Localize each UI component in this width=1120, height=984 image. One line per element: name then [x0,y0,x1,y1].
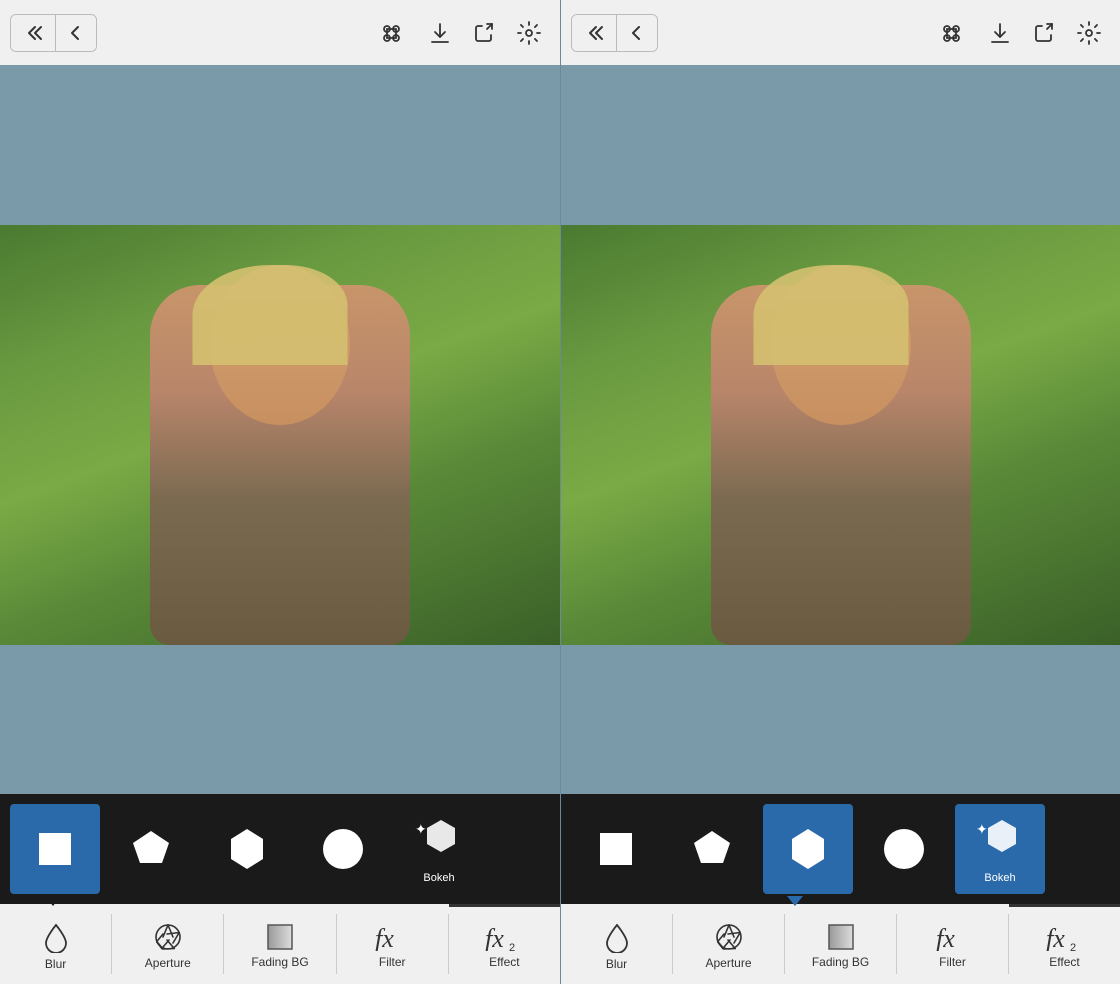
circle-icon-right [878,823,930,875]
blur-icon-right [603,921,631,953]
tab-blur-right[interactable]: Blur [561,904,672,984]
circle-icon-left [317,823,369,875]
image-area-right [561,115,1120,754]
bottom-padding-right [561,754,1120,794]
hexagon-icon-left [221,823,273,875]
tab-aperture-left[interactable]: Aperture [112,904,223,984]
tab-effect-left[interactable]: fx 2 Effect [449,904,560,984]
filter-icon-left: fx [375,923,409,951]
back-single-left[interactable] [55,15,96,51]
svg-text:2: 2 [1070,942,1076,951]
panel-left: ✦ Bokeh Blur [0,0,560,984]
svg-text:fx: fx [375,924,394,951]
aperture-label-left: Aperture [145,956,191,970]
top-padding-right [561,65,1120,115]
hexagon-icon-right [782,823,834,875]
svg-text:✦: ✦ [976,821,988,837]
blur-label-left: Blur [45,957,66,971]
person-area-right [671,265,1011,645]
image-area-left [0,115,560,754]
fading-bg-label-right: Fading BG [812,955,869,969]
fading-bg-label-left: Fading BG [251,955,308,969]
toolbar-left [0,0,560,65]
download-icon-left[interactable] [420,13,460,53]
aperture-label-right: Aperture [705,956,751,970]
shape-bokeh-right[interactable]: ✦ Bokeh [955,804,1045,894]
svg-text:✦: ✦ [415,821,427,837]
tab-filter-left[interactable]: fx Filter [337,904,448,984]
effect-icon-left: fx 2 [485,923,523,951]
fading-bg-icon-left [266,923,294,951]
back-single-right[interactable] [616,15,657,51]
aperture-icon-right [714,922,744,952]
back-double-right[interactable] [572,15,616,51]
blur-label-right: Blur [606,957,627,971]
shape-selector-left: ✦ Bokeh [0,794,560,904]
shape-circle-right[interactable] [859,804,949,894]
shape-square-right[interactable] [571,804,661,894]
shape-pentagon-left[interactable] [106,804,196,894]
toolbar-right [561,0,1120,65]
photo-container-left [0,225,560,645]
shape-pentagon-right[interactable] [667,804,757,894]
download-icon-right[interactable] [980,13,1020,53]
bokeh-icon-left: ✦ [413,814,465,866]
photo-container-right [561,225,1120,645]
tab-bar-right: Blur Aperture [561,904,1120,984]
filter-icon-right: fx [936,923,970,951]
filter-label-left: Filter [379,955,406,969]
svg-text:fx: fx [1046,924,1065,951]
video-icon-right[interactable] [930,13,976,53]
panel-right: ✦ Bokeh Blur [560,0,1120,984]
shape-hexagon-right[interactable] [763,804,853,894]
tab-blur-left[interactable]: Blur [0,904,111,984]
tab-filter-right[interactable]: fx Filter [897,904,1008,984]
share-icon-left[interactable] [464,13,504,53]
effect-icon-right: fx 2 [1046,923,1084,951]
square-icon-left [29,823,81,875]
tab-bar-left: Blur Aperture [0,904,560,984]
bottom-padding-left [0,754,560,794]
tab-fading-bg-left[interactable]: Fading BG [224,904,335,984]
aperture-icon-left [153,922,183,952]
square-icon-right [590,823,642,875]
share-icon-right[interactable] [1024,13,1064,53]
blur-icon-left [42,921,70,953]
fading-bg-icon-right [827,923,855,951]
nav-group-left [10,14,97,52]
pentagon-icon-right [686,823,738,875]
filter-label-right: Filter [939,955,966,969]
tab-effect-right[interactable]: fx 2 Effect [1009,904,1120,984]
effect-label-right: Effect [1049,955,1079,969]
bokeh-label-left: Bokeh [423,872,454,884]
video-icon-left[interactable] [370,13,416,53]
bokeh-label-right: Bokeh [984,872,1015,884]
tab-fading-bg-right[interactable]: Fading BG [785,904,896,984]
top-padding-left [0,65,560,115]
shape-arrow-left [45,896,61,906]
svg-text:fx: fx [485,924,504,951]
shape-bokeh-left[interactable]: ✦ Bokeh [394,804,484,894]
tab-aperture-right[interactable]: Aperture [673,904,784,984]
bokeh-icon-right: ✦ [974,814,1026,866]
back-double-left[interactable] [11,15,55,51]
settings-icon-left[interactable] [508,12,550,54]
svg-text:fx: fx [936,924,955,951]
nav-group-right [571,14,658,52]
settings-icon-right[interactable] [1068,12,1110,54]
pentagon-icon-left [125,823,177,875]
effect-label-left: Effect [489,955,519,969]
shape-arrow-right [787,896,803,906]
shape-circle-left[interactable] [298,804,388,894]
svg-text:2: 2 [509,942,515,951]
shape-hexagon-left[interactable] [202,804,292,894]
person-area-left [110,265,450,645]
shape-square-left[interactable] [10,804,100,894]
shape-selector-right: ✦ Bokeh [561,794,1120,904]
